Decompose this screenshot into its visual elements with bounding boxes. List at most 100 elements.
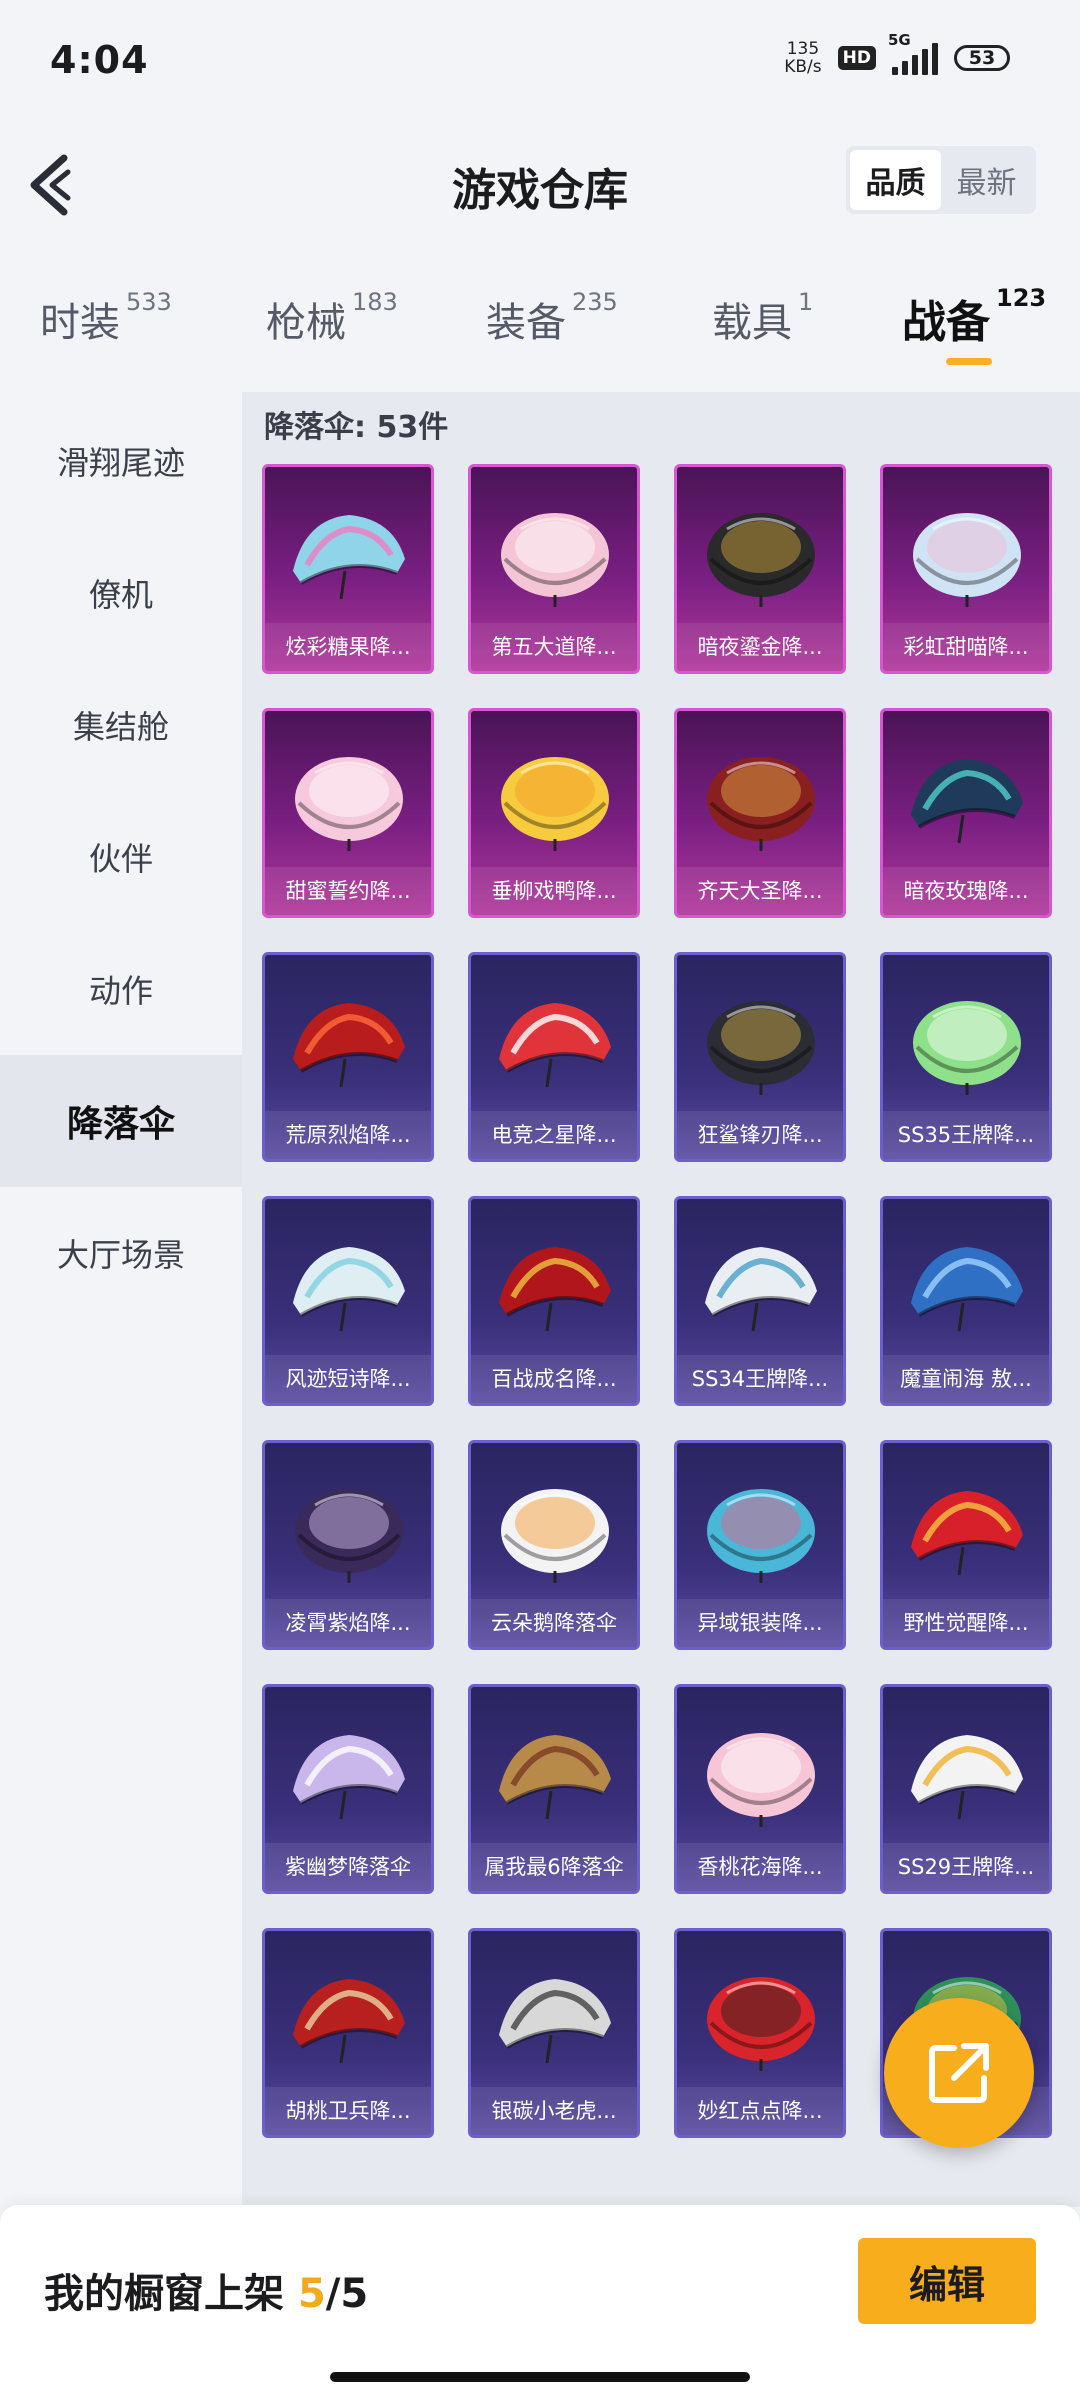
item-card[interactable]: 甜蜜誓约降... — [262, 708, 434, 918]
battery-icon: 53 — [954, 45, 1010, 71]
subcategory-sidebar: 滑翔尾迹 僚机 集结舱 伙伴 动作 降落伞 大厅场景 — [0, 395, 242, 2205]
item-card[interactable]: 暗夜玫瑰降... — [880, 708, 1052, 918]
sort-toggle: 品质 最新 — [846, 146, 1036, 214]
sidebar-item-companion[interactable]: 伙伴 — [0, 791, 242, 923]
sidebar-item-lobby-scene[interactable]: 大厅场景 — [0, 1187, 242, 1319]
edit-button[interactable]: 编辑 — [858, 2238, 1036, 2324]
item-name: 暗夜鎏金降... — [697, 635, 823, 659]
item-name: 炫彩糖果降... — [285, 635, 411, 659]
tab-vehicles[interactable]: 载具 1 — [712, 288, 813, 348]
item-card[interactable]: 魔童闹海 敖... — [880, 1196, 1052, 1406]
status-bar: 4:04 135 KB/s HD 5G 53 — [0, 0, 1080, 130]
item-card[interactable]: 齐天大圣降... — [674, 708, 846, 918]
parachute-icon — [499, 1735, 611, 1820]
parachute-icon — [913, 1001, 1021, 1095]
home-indicator — [330, 2372, 750, 2382]
item-name: 暗夜玫瑰降... — [903, 879, 1029, 903]
parachute-icon — [707, 513, 815, 607]
parachute-icon — [293, 1247, 405, 1332]
parachute-icon — [293, 515, 405, 600]
item-name: 凌霄紫焰降... — [285, 1611, 411, 1635]
tab-battle-gear[interactable]: 战备 123 — [902, 284, 1046, 350]
item-name: 狂鲨锋刃降... — [697, 1123, 823, 1147]
item-card[interactable]: 垂柳戏鸭降... — [468, 708, 640, 918]
parachute-icon — [499, 1247, 611, 1332]
item-card[interactable]: 胡桃卫兵降... — [262, 1928, 434, 2138]
item-card[interactable]: 野性觉醒降... — [880, 1440, 1052, 1650]
item-card[interactable]: 凌霄紫焰降... — [262, 1440, 434, 1650]
share-export-icon — [929, 2043, 989, 2103]
parachute-icon — [295, 1489, 403, 1583]
parachute-icon — [707, 757, 815, 851]
item-card[interactable]: 紫幽梦降落伞 — [262, 1684, 434, 1894]
item-name: SS29王牌降... — [897, 1855, 1035, 1879]
item-name: 野性觉醒降... — [903, 1611, 1029, 1635]
header: 游戏仓库 品质 最新 — [0, 130, 1080, 240]
parachute-icon — [707, 1001, 815, 1095]
item-card[interactable]: 彩虹甜喵降... — [880, 464, 1052, 674]
parachute-icon — [501, 513, 609, 607]
item-name: 云朵鹅降落伞 — [491, 1611, 617, 1635]
item-name: 垂柳戏鸭降... — [491, 879, 617, 903]
item-card[interactable]: 电竞之星降... — [468, 952, 640, 1162]
item-card[interactable]: 香桃花海降... — [674, 1684, 846, 1894]
item-card[interactable]: 银碳小老虎... — [468, 1928, 640, 2138]
parachute-icon — [501, 757, 609, 851]
item-card[interactable]: SS35王牌降... — [880, 952, 1052, 1162]
parachute-icon — [499, 1979, 611, 2064]
item-card[interactable]: 异域银装降... — [674, 1440, 846, 1650]
share-button[interactable] — [884, 1998, 1034, 2148]
item-card[interactable]: 云朵鹅降落伞 — [468, 1440, 640, 1650]
hd-badge: HD — [837, 46, 876, 70]
parachute-icon — [295, 757, 403, 851]
sidebar-item-glide-trail[interactable]: 滑翔尾迹 — [0, 395, 242, 527]
signal-icon: 5G — [888, 31, 938, 75]
parachute-icon — [293, 1979, 405, 2064]
status-time: 4:04 — [50, 38, 149, 82]
showcase-current-count: 5 — [297, 2271, 326, 2317]
item-name: 属我最6降落伞 — [484, 1855, 624, 1879]
item-card[interactable]: 百战成名降... — [468, 1196, 640, 1406]
sidebar-item-emote[interactable]: 动作 — [0, 923, 242, 1055]
sort-option-latest[interactable]: 最新 — [941, 150, 1032, 210]
category-tabs: 时装 533 枪械 183 装备 235 载具 1 战备 123 — [0, 280, 1080, 380]
bottom-bar: 我的橱窗上架 5/5 编辑 — [0, 2205, 1080, 2400]
parachute-icon — [707, 1489, 815, 1583]
item-card[interactable]: 风迹短诗降... — [262, 1196, 434, 1406]
item-name: 香桃花海降... — [697, 1855, 823, 1879]
item-card[interactable]: 妙红点点降... — [674, 1928, 846, 2138]
sidebar-item-parachute[interactable]: 降落伞 — [0, 1055, 242, 1187]
parachute-icon — [293, 1003, 405, 1088]
item-card[interactable]: 狂鲨锋刃降... — [674, 952, 846, 1162]
parachute-icon — [293, 1735, 405, 1820]
item-name: 银碳小老虎... — [491, 2099, 617, 2123]
item-card[interactable]: 属我最6降落伞 — [468, 1684, 640, 1894]
tab-firearms[interactable]: 枪械 183 — [266, 288, 398, 348]
parachute-icon — [911, 1247, 1023, 1332]
parachute-icon — [707, 1733, 815, 1827]
parachute-icon — [911, 1491, 1023, 1576]
item-card[interactable]: 第五大道降... — [468, 464, 640, 674]
item-name: 风迹短诗降... — [285, 1367, 411, 1391]
tab-equipment[interactable]: 装备 235 — [486, 288, 618, 348]
item-card[interactable]: SS34王牌降... — [674, 1196, 846, 1406]
parachute-icon — [705, 1247, 817, 1332]
item-name: 彩虹甜喵降... — [903, 635, 1029, 659]
sort-option-quality[interactable]: 品质 — [850, 150, 941, 210]
sidebar-item-wingman[interactable]: 僚机 — [0, 527, 242, 659]
status-indicators: 135 KB/s HD 5G 53 — [784, 31, 1010, 76]
tab-fashion[interactable]: 时装 533 — [40, 288, 172, 348]
item-card[interactable]: SS29王牌降... — [880, 1684, 1052, 1894]
item-name: 妙红点点降... — [697, 2099, 823, 2123]
parachute-icon — [911, 1735, 1023, 1820]
item-card[interactable]: 荒原烈焰降... — [262, 952, 434, 1162]
item-card[interactable]: 炫彩糖果降... — [262, 464, 434, 674]
sidebar-item-rally-pod[interactable]: 集结舱 — [0, 659, 242, 791]
item-name: SS34王牌降... — [691, 1367, 829, 1391]
parachute-icon — [501, 1489, 609, 1583]
item-name: 荒原烈焰降... — [285, 1123, 411, 1147]
item-card[interactable]: 暗夜鎏金降... — [674, 464, 846, 674]
showcase-total-count: 5 — [340, 2271, 369, 2317]
item-name: 齐天大圣降... — [697, 879, 823, 903]
item-name: 甜蜜誓约降... — [285, 879, 411, 903]
